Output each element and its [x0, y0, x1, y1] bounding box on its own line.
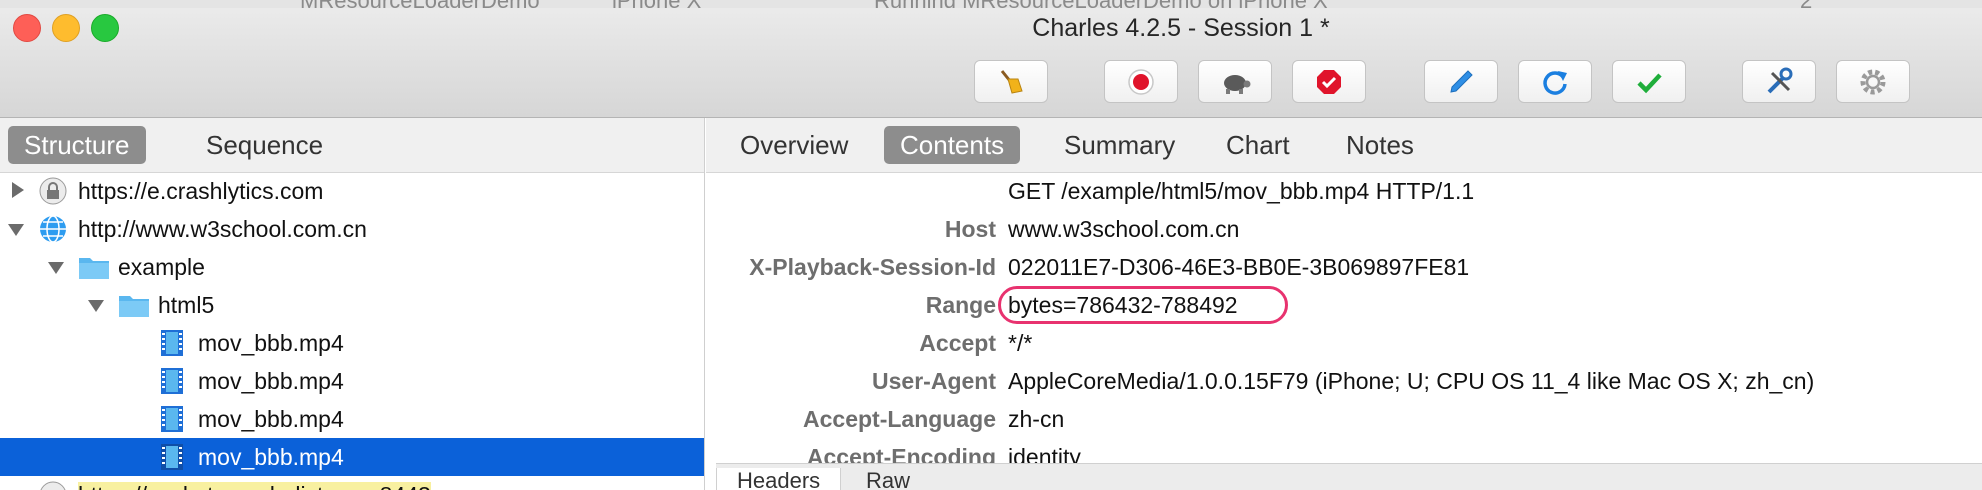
subtab-headers[interactable]: Headers: [716, 468, 842, 490]
tree-row[interactable]: https://socket.wunderlist.com:8443: [0, 476, 704, 490]
tree-label: http://www.w3school.com.cn: [78, 216, 367, 242]
header-key: Accept: [919, 330, 996, 356]
record-button[interactable]: [1104, 60, 1178, 103]
header-value: bytes=786432-788492: [1008, 292, 1238, 318]
detail-panel: Overview Contents Summary Chart Notes GE…: [706, 118, 1982, 490]
tree-row-selected[interactable]: mov_bbb.mp4: [0, 438, 704, 476]
tree-label: mov_bbb.mp4: [198, 368, 344, 394]
tab-chart[interactable]: Chart: [1210, 126, 1306, 164]
header-row: X-Playback-Session-Id 022011E7-D306-46E3…: [706, 248, 1982, 286]
bottom-sub-tabs: Headers Raw: [716, 463, 1982, 490]
header-key: X-Playback-Session-Id: [749, 254, 996, 280]
folder-icon: [79, 258, 109, 279]
film-icon: [161, 406, 183, 432]
header-value: AppleCoreMedia/1.0.0.15F79 (iPhone; U; C…: [1008, 368, 1815, 394]
disclosure-down-icon[interactable]: [88, 300, 104, 312]
tree-label: html5: [158, 292, 215, 318]
tab-structure[interactable]: Structure: [8, 126, 146, 164]
tree-label: mov_bbb.mp4: [198, 444, 344, 470]
tree-label: mov_bbb.mp4: [198, 406, 344, 432]
tree-row[interactable]: https://e.crashlytics.com: [0, 172, 704, 210]
right-tab-bar: Overview Contents Summary Chart Notes: [706, 118, 1982, 173]
tree-row[interactable]: example: [0, 248, 704, 286]
header-value: 022011E7-D306-46E3-BB0E-3B069897FE81: [1008, 254, 1470, 280]
repeat-button[interactable]: [1518, 60, 1592, 103]
tree-row[interactable]: http://www.w3school.com.cn: [0, 210, 704, 248]
tree-row[interactable]: mov_bbb.mp4: [0, 362, 704, 400]
record-icon: [1128, 68, 1154, 95]
throttle-button[interactable]: [1198, 60, 1272, 103]
header-key: Accept-Language: [803, 406, 996, 432]
validate-button[interactable]: [1612, 60, 1686, 103]
clear-session-button[interactable]: [974, 60, 1048, 103]
lock-icon: [40, 481, 66, 490]
subtab-raw[interactable]: Raw: [846, 468, 930, 490]
tree-label: mov_bbb.mp4: [198, 330, 344, 356]
compose-button[interactable]: [1424, 60, 1498, 103]
disclosure-right-icon[interactable]: [12, 182, 24, 198]
background-window-strip: MResourceLoaderDemo iPhone X Running MRe…: [0, 0, 1982, 8]
left-tab-bar: Structure Sequence: [0, 118, 704, 173]
tree-label: https://socket.wunderlist.com:8443: [78, 482, 431, 490]
tab-overview[interactable]: Overview: [724, 126, 864, 164]
header-row: User-Agent AppleCoreMedia/1.0.0.15F79 (i…: [706, 362, 1982, 400]
request-line: GET /example/html5/mov_bbb.mp4 HTTP/1.1: [1008, 178, 1475, 204]
header-value: www.w3school.com.cn: [1008, 216, 1240, 242]
stop-sign-icon: [1317, 69, 1341, 94]
refresh-icon: [1543, 70, 1567, 95]
tab-sequence[interactable]: Sequence: [190, 126, 339, 164]
tab-notes[interactable]: Notes: [1330, 126, 1430, 164]
film-icon: [161, 368, 183, 394]
folder-icon: [119, 296, 149, 317]
tree-row[interactable]: mov_bbb.mp4: [0, 400, 704, 438]
header-row: Accept */*: [706, 324, 1982, 362]
header-row: Host www.w3school.com.cn: [706, 210, 1982, 248]
turtle-icon: [1224, 74, 1251, 94]
tab-contents[interactable]: Contents: [884, 126, 1021, 164]
breakpoints-button[interactable]: [1292, 60, 1366, 103]
title-bar: MResourceLoaderDemo iPhone X Running MRe…: [0, 0, 1982, 118]
lock-icon: [39, 177, 67, 205]
structure-panel: Structure Sequence https://e.crashlytics…: [0, 118, 705, 490]
checkmark-icon: [1637, 72, 1662, 93]
header-key: Range: [925, 292, 996, 318]
tree-row[interactable]: html5: [0, 286, 704, 324]
broom-icon: [1000, 69, 1023, 94]
disclosure-down-icon[interactable]: [8, 224, 24, 236]
film-icon: [161, 444, 183, 470]
tab-summary[interactable]: Summary: [1048, 126, 1191, 164]
globe-icon: [40, 215, 66, 243]
request-line-row: GET /example/html5/mov_bbb.mp4 HTTP/1.1: [706, 172, 1982, 210]
bg-window-text: MResourceLoaderDemo: [300, 0, 540, 8]
tools-icon: [1767, 67, 1793, 93]
bg-window-text: iPhone X: [612, 0, 701, 8]
header-row: Range bytes=786432-788492: [706, 286, 1982, 324]
header-key: Host: [944, 216, 996, 242]
bg-window-text: Running MResourceLoaderDemo on iPhone X: [874, 0, 1328, 8]
header-value: */*: [1008, 330, 1033, 356]
bg-window-text: 2: [1800, 0, 1812, 8]
settings-icon: [1860, 69, 1886, 94]
header-key: User-Agent: [872, 368, 996, 394]
tools-button[interactable]: [1742, 60, 1816, 103]
tree-row[interactable]: mov_bbb.mp4: [0, 324, 704, 362]
disclosure-down-icon[interactable]: [48, 262, 64, 274]
header-row: Accept-Language zh-cn: [706, 400, 1982, 438]
tree-label: example: [118, 254, 205, 280]
tree-label: https://e.crashlytics.com: [78, 178, 324, 204]
header-value: zh-cn: [1008, 406, 1065, 432]
film-icon: [161, 330, 183, 356]
pen-icon: [1450, 69, 1473, 93]
window-title: Charles 4.2.5 - Session 1 *: [1032, 14, 1330, 42]
settings-button[interactable]: [1836, 60, 1910, 103]
